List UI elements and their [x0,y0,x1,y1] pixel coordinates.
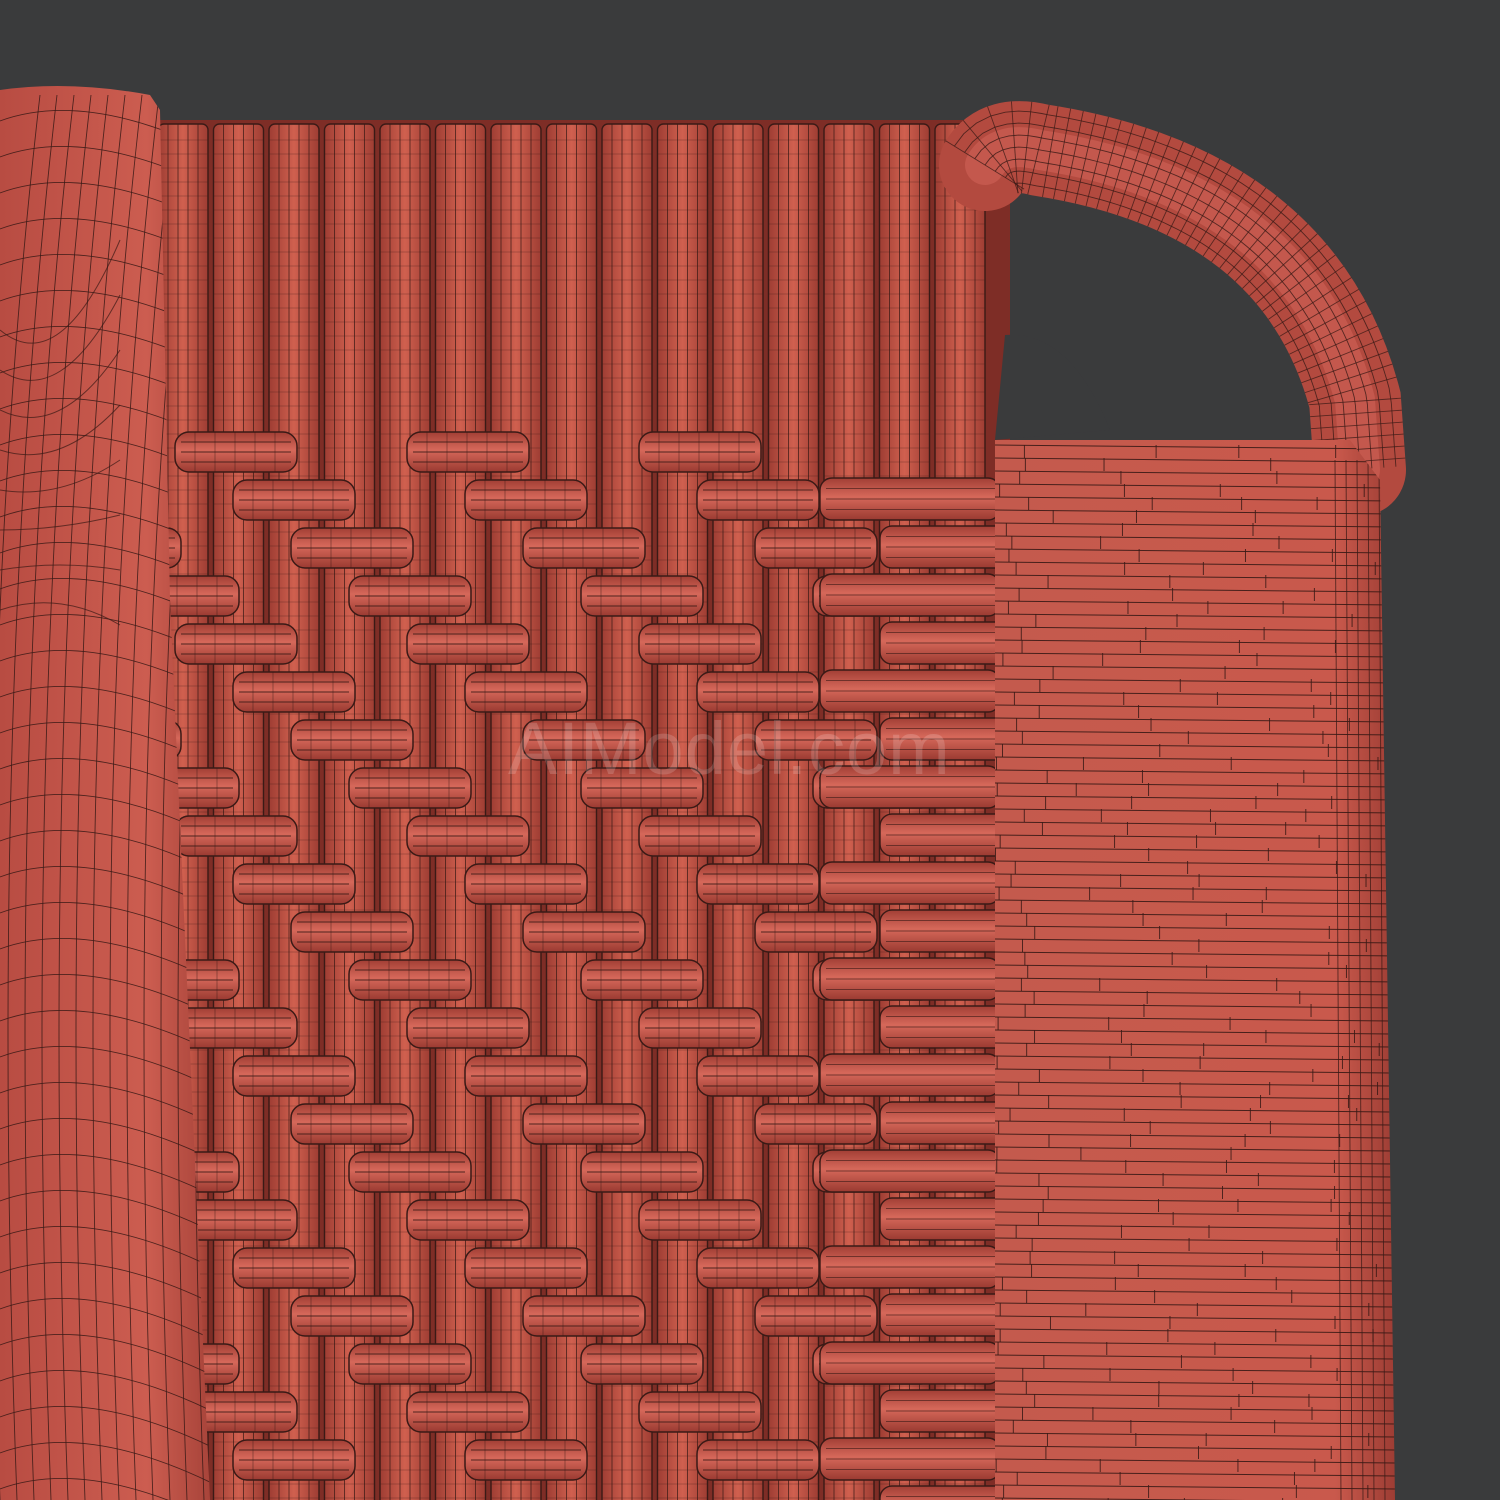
weft-strand [819,573,1001,617]
weft-strand [290,719,414,761]
weft-strand [580,575,704,617]
weft-strand [348,575,472,617]
weft-strand [406,623,530,665]
vertical-strand [434,123,487,1500]
vertical-strand [656,123,709,1500]
vertical-strand [268,123,320,1500]
weft-strand [406,1007,530,1049]
weft-strand [290,1295,414,1337]
weft-strand [819,1341,1001,1385]
weft-strand [819,1053,1001,1097]
weft-strand [464,1439,588,1481]
weft-strand [696,1055,820,1097]
wrapped-side-panel [995,440,1395,1500]
weft-strand [696,671,820,713]
weft-strand [174,1007,298,1049]
weft-strand [406,431,530,473]
weft-strand [406,1199,530,1241]
weft-strand [819,957,1001,1001]
weft-strand [232,1247,356,1289]
weft-strand [819,1437,1001,1481]
vertical-strands [157,123,986,1500]
weft-strand [754,911,878,953]
weft-strand [638,1391,762,1433]
weft-strand [819,765,1001,809]
weft-strand [232,671,356,713]
weft-strand [696,1439,820,1481]
weft-strand [348,1151,472,1193]
weft-strand [232,479,356,521]
weft-strand [174,623,298,665]
weft-strand [406,815,530,857]
weft-strand [696,1247,820,1289]
weft-strand [580,1151,704,1193]
vertical-strand [767,123,820,1500]
vertical-strand [601,123,653,1500]
weft-strand [580,959,704,1001]
weft-strand [232,1055,356,1097]
vertical-strand [379,123,431,1500]
weft-strand [174,815,298,857]
weft-strand [819,1149,1001,1193]
weft-strand [464,863,588,905]
weft-strand [522,527,646,569]
weft-strand [754,527,878,569]
wireframe-render [0,0,1500,1500]
weft-strand [819,861,1001,905]
weft-strand [638,623,762,665]
weft-strand [232,1439,356,1481]
weft-strand [580,1343,704,1385]
vertical-strand [545,123,598,1500]
weft-strand [232,863,356,905]
vertical-strand [323,123,376,1500]
weft-strand [638,431,762,473]
weft-strand [290,911,414,953]
weft-strand [406,1391,530,1433]
weft-strand [464,479,588,521]
weft-strand [464,1055,588,1097]
vertical-strand [823,123,875,1500]
weft-strand [819,1245,1001,1289]
weft-strand [464,1247,588,1289]
weft-strand [348,1343,472,1385]
weft-strand [522,719,646,761]
vertical-strand [490,123,542,1500]
weft-strand [464,671,588,713]
weft-strand [819,477,1001,521]
weft-strand [754,1103,878,1145]
weft-strand [580,767,704,809]
weft-strand [754,1295,878,1337]
weft-strand [290,527,414,569]
weft-strand [348,959,472,1001]
weft-strand [348,767,472,809]
weft-strand [819,669,1001,713]
weft-strand [522,911,646,953]
weft-strand [522,1295,646,1337]
vertical-strand [712,123,764,1500]
weft-strand [174,431,298,473]
weft-strand [290,1103,414,1145]
weft-strand [754,719,878,761]
vertical-strand [212,123,265,1500]
weft-strand [696,479,820,521]
weft-strand [522,1103,646,1145]
weft-strand [638,1199,762,1241]
weft-strand [638,1007,762,1049]
weft-strand [638,815,762,857]
weft-strand [696,863,820,905]
